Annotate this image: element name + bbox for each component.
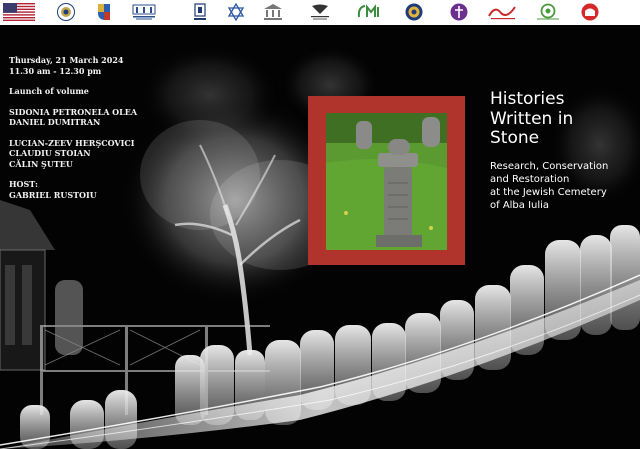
author-name: DANIEL DUMITRAN	[9, 117, 101, 127]
subtitle-line: and Restoration	[490, 174, 570, 185]
subtitle-line: at the Jewish Cemetery	[490, 187, 607, 198]
us-embassy-seal-icon	[56, 2, 76, 22]
university-crest-icon	[192, 2, 208, 22]
author-name: SIDONIA PETRONELA OLEA	[9, 106, 138, 117]
author-name: CĂLIN ŞUTEU	[9, 158, 73, 169]
title-line: Stone	[490, 128, 540, 148]
house-silhouette	[0, 200, 55, 371]
sponsor-logo-strip	[0, 0, 640, 25]
jmi-logo	[356, 2, 382, 22]
library-building-logo	[262, 2, 284, 22]
conservation-restoration-logo	[308, 2, 332, 22]
photo-frame	[308, 96, 465, 265]
event-details: Thursday, 21 March 2024 11.30 am - 12.30…	[9, 55, 179, 200]
subtitle-line: Research, Conservation	[490, 161, 609, 172]
alba-county-crest-icon	[96, 2, 112, 22]
back-gravestone	[55, 280, 83, 355]
violet-emblem-logo	[449, 2, 469, 22]
poster-title: Histories Written in Stone	[490, 89, 630, 149]
subtitle-line: of Alba Iulia	[490, 200, 550, 211]
author-name: LUCIAN-ZEEV HERŞCOVICI	[9, 137, 135, 148]
title-line: Histories	[490, 89, 565, 109]
round-seal-logo	[404, 2, 424, 22]
host-name: GABRIEL RUSTOIU	[9, 189, 97, 200]
us-flag-icon	[2, 2, 36, 22]
red-script-logo	[487, 2, 519, 22]
poster-subtitle: Research, Conservation and Restoration a…	[490, 160, 635, 212]
event-date: Thursday, 21 March 2024	[9, 55, 124, 65]
national-museum-union-logo	[131, 2, 157, 22]
event-type: Launch of volume	[9, 86, 89, 96]
gravestone-photo	[326, 113, 447, 250]
author-name: CLAUDIU STOIAN	[9, 148, 91, 158]
green-circle-logo	[535, 2, 561, 22]
poster: Thursday, 21 March 2024 11.30 am - 12.30…	[0, 0, 640, 449]
host-label: HOST:	[9, 179, 38, 189]
red-dome-logo	[580, 2, 600, 22]
title-line: Written in	[490, 108, 574, 129]
star-of-david-icon	[228, 2, 244, 22]
event-time: 11.30 am - 12.30 pm	[9, 65, 102, 76]
